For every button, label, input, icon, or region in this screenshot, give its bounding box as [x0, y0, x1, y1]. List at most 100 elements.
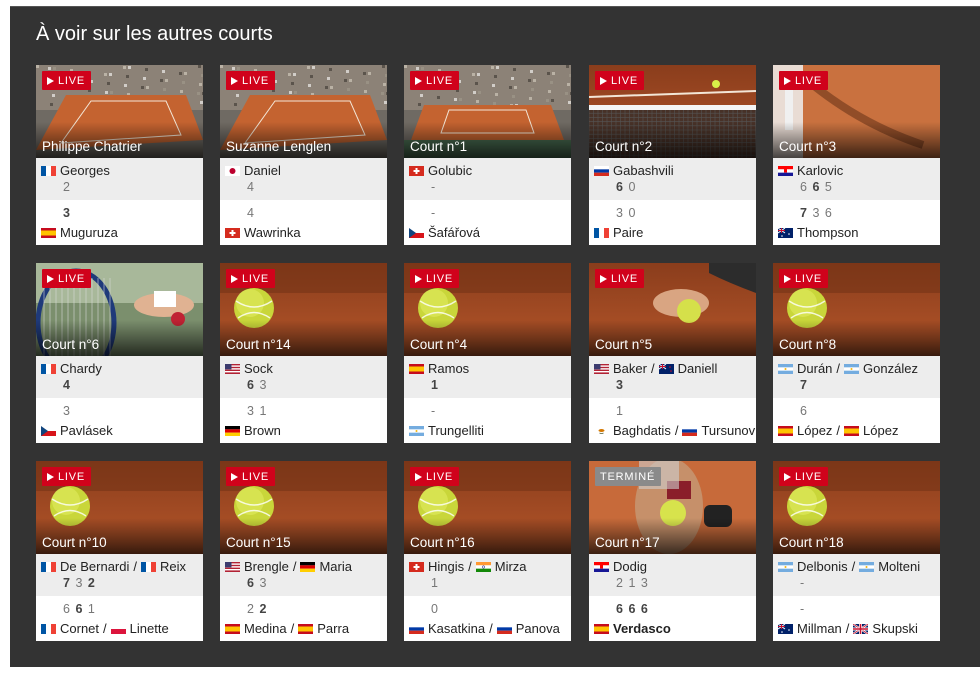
court-thumbnail[interactable]: LIVE Court n°16: [404, 461, 571, 554]
court-thumbnail[interactable]: LIVE Court n°18: [773, 461, 940, 554]
flag-hr-icon: [778, 165, 793, 176]
badge-label: LIVE: [611, 74, 639, 87]
court-card[interactable]: LIVE Court n°8 7 Durán / González 6 López / López: [773, 263, 940, 443]
court-card[interactable]: LIVE Court n°14 6 3 Sock 3 1 Brown: [220, 263, 387, 443]
court-card[interactable]: LIVE Philippe Chatrier 2 Georges 3 Muguruza: [36, 65, 203, 245]
badge-label: LIVE: [58, 272, 86, 285]
court-thumbnail[interactable]: LIVE Court n°4: [404, 263, 571, 356]
set-scores: 4: [247, 206, 255, 220]
court-card[interactable]: LIVE Court n°4 1 Ramos - Trungelliti: [404, 263, 571, 443]
court-thumbnail[interactable]: LIVE Court n°5: [589, 263, 756, 356]
player-name: Parra: [317, 621, 350, 636]
set-score: 3: [616, 378, 624, 392]
live-badge: LIVE: [410, 467, 460, 486]
player-name: Panova: [515, 621, 560, 636]
finished-badge: TERMINÉ: [595, 467, 662, 486]
court-thumbnail[interactable]: LIVE Court n°8: [773, 263, 940, 356]
player-row-bottom: 7 3 6 Thompson: [773, 200, 940, 245]
court-name: Court n°5: [595, 337, 653, 352]
court-card[interactable]: LIVE Court n°5 3 Baker / Daniell 1 Baghdatis / Tu…: [589, 263, 756, 443]
player-names: Hingis / Mirza: [409, 559, 527, 574]
court-card[interactable]: LIVE Court n°16 1 Hingis / Mirza 0 Kasatkina / Pa…: [404, 461, 571, 641]
player-names: Golubic: [409, 163, 472, 178]
set-scores: -: [431, 206, 436, 220]
set-scores: 7 3 2: [63, 576, 96, 590]
flag-fr-icon: [41, 561, 56, 572]
play-icon: [231, 472, 238, 481]
player-names: De Bernardi / Reix: [41, 559, 186, 574]
badge-label: TERMINÉ: [600, 470, 656, 483]
player-names: Baker / Daniell: [594, 361, 717, 376]
live-badge: LIVE: [226, 71, 276, 90]
player-names: Šafářová: [409, 225, 480, 240]
player-names: Sock: [225, 361, 273, 376]
court-thumbnail[interactable]: TERMINÉ Court n°17: [589, 461, 756, 554]
player-row-bottom: 6 6 6 Verdasco: [589, 596, 756, 641]
player-name: Baghdatis: [613, 423, 671, 438]
flag-ch-icon: [409, 561, 424, 572]
court-card[interactable]: LIVE Court n°6 4 Chardy 3 Pavlásek: [36, 263, 203, 443]
player-name: De Bernardi: [60, 559, 130, 574]
court-thumbnail[interactable]: LIVE Suzanne Lenglen: [220, 65, 387, 158]
player-name: Cornet: [60, 621, 100, 636]
set-score: 2: [616, 576, 624, 590]
set-score: 0: [628, 180, 637, 194]
flag-es-icon: [844, 425, 860, 436]
court-name: Court n°10: [42, 535, 107, 550]
court-thumbnail[interactable]: LIVE Philippe Chatrier: [36, 65, 203, 158]
court-thumbnail[interactable]: LIVE Court n°2: [589, 65, 756, 158]
player-names: Ramos: [409, 361, 469, 376]
set-score: 6: [247, 576, 255, 590]
flag-es-icon: [298, 623, 314, 634]
play-icon: [47, 472, 54, 481]
badge-label: LIVE: [426, 470, 454, 483]
set-score: 6: [812, 180, 821, 194]
court-card[interactable]: LIVE Court n°10 7 3 2 De Bernardi / Reix 6 6 1…: [36, 461, 203, 641]
set-score: 3: [247, 404, 255, 418]
court-thumbnail[interactable]: LIVE Court n°15: [220, 461, 387, 554]
flag-ru-icon: [594, 165, 609, 176]
live-badge: LIVE: [226, 467, 276, 486]
court-card[interactable]: LIVE Court n°2 6 0 Gabashvili 3 0 Paire: [589, 65, 756, 245]
set-score: 2: [87, 576, 96, 590]
flag-es-icon: [225, 623, 240, 634]
player-name: Verdasco: [613, 621, 671, 636]
court-card[interactable]: LIVE Court n°18- Delbonis / Molteni - Millman /…: [773, 461, 940, 641]
section-title: À voir sur les autres courts: [36, 23, 273, 45]
live-badge: LIVE: [226, 269, 276, 288]
courts-panel: À voir sur les autres courts LIVE Philipp…: [10, 6, 980, 667]
badge-label: LIVE: [795, 272, 823, 285]
player-name: Maria: [319, 559, 352, 574]
court-card[interactable]: TERMINÉ Court n°17 2 1 3 Dodig 6 6 6 Verdasco: [589, 461, 756, 641]
court-thumbnail[interactable]: LIVE Court n°10: [36, 461, 203, 554]
doubles-separator: /: [836, 361, 841, 376]
badge-label: LIVE: [58, 74, 86, 87]
court-card[interactable]: LIVE Court n°1 - Golubic - Šafářová: [404, 65, 571, 245]
set-score: 2: [247, 602, 255, 616]
badge-label: LIVE: [242, 74, 270, 87]
court-card[interactable]: LIVE Court n°3 6 6 5 Karlovic 7 3 6 Thompson: [773, 65, 940, 245]
player-names: Trungelliti: [409, 423, 484, 438]
court-name: Court n°17: [595, 535, 660, 550]
flag-de-icon: [225, 425, 240, 436]
set-score: 6: [800, 180, 808, 194]
player-row-top: 2 Georges: [36, 158, 203, 200]
court-name: Court n°15: [226, 535, 291, 550]
player-row-bottom: 4 Wawrinka: [220, 200, 387, 245]
set-scores: 6 3: [247, 576, 267, 590]
court-card[interactable]: LIVE Court n°15 6 3 Brengle / Maria 2 2 Medina /…: [220, 461, 387, 641]
set-scores: 3 0: [616, 206, 636, 220]
court-thumbnail[interactable]: LIVE Court n°6: [36, 263, 203, 356]
court-thumbnail[interactable]: LIVE Court n°3: [773, 65, 940, 158]
court-thumbnail[interactable]: LIVE Court n°1: [404, 65, 571, 158]
set-score: -: [431, 404, 437, 418]
set-score: 3: [640, 576, 649, 590]
player-name: Muguruza: [60, 225, 118, 240]
player-name: Paire: [613, 225, 644, 240]
player-name: Skupski: [872, 621, 918, 636]
court-thumbnail[interactable]: LIVE Court n°14: [220, 263, 387, 356]
set-score: 6: [800, 404, 808, 418]
court-card[interactable]: LIVE Suzanne Lenglen 4 Daniel 4 Wawrinka: [220, 65, 387, 245]
player-names: Pavlásek: [41, 423, 113, 438]
player-name: Baker: [613, 361, 647, 376]
